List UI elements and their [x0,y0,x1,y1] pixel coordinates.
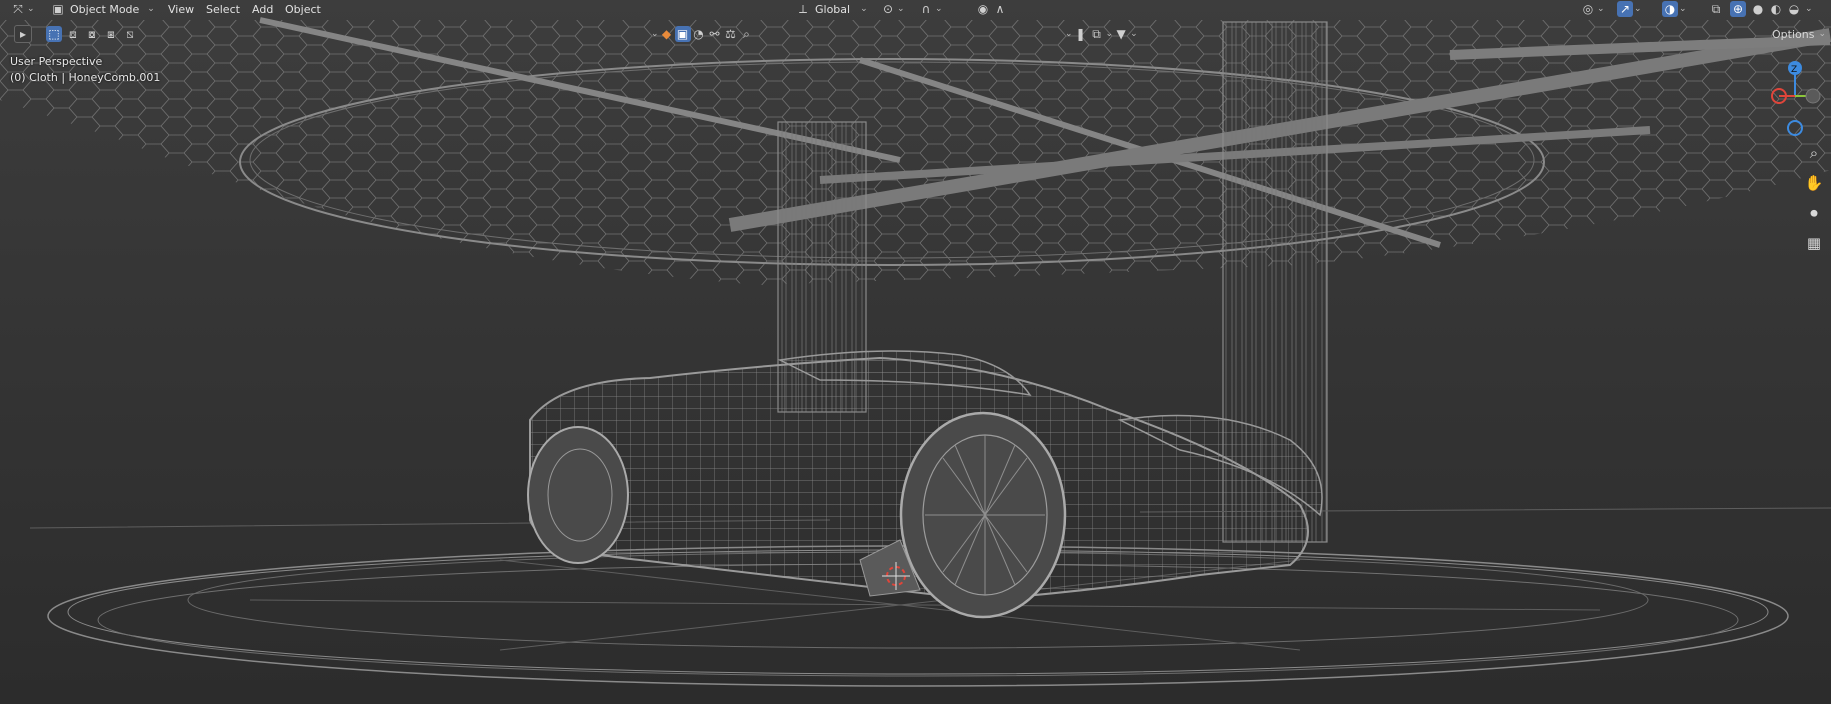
orientation-label: Global [815,2,851,16]
car-wireframe [527,350,1323,619]
select-subtract-icon[interactable]: ⧇ [84,26,100,42]
mode-dropdown[interactable]: ▣ Object Mode ⌄ [50,0,155,18]
3d-viewport[interactable]: ⤧ ⌄ ▣ Object Mode ⌄ View Select Add Objec… [0,0,1831,704]
chevron-down-icon: ⌄ [860,4,868,14]
transform-gizmo-icon: ⤧ [13,1,23,16]
options-dropdown[interactable]: Options ⌄ [1772,24,1826,44]
visibility-dropdown[interactable]: ◎ ⌄ [1580,0,1605,18]
weight-icon[interactable]: ⚖ [723,26,739,42]
y-axis-handle [1805,88,1821,104]
select-difference-icon[interactable]: ⧆ [103,26,119,42]
transform-orientation-dropdown[interactable]: ⟂ Global ⌄ [795,0,868,18]
proportional-edit-button[interactable]: ◉ [975,0,991,18]
collection-icon[interactable]: ⧉ [1089,26,1105,42]
grid-view-icon[interactable]: ▦ [1801,230,1827,256]
chevron-down-icon: ⌄ [27,4,35,14]
wireframe-shading-icon: ⊕ [1730,1,1746,17]
search-icon[interactable]: ⌕ [739,26,755,42]
chevron-down-icon[interactable]: ⌄ [651,29,659,39]
chevron-down-icon: ⌄ [1818,29,1826,39]
solid-shading-icon: ● [1752,2,1764,16]
select-intersect-icon[interactable]: ⧅ [122,26,138,42]
bookmark-icon[interactable]: ❚ [1073,26,1089,42]
chevron-down-icon[interactable]: ⌄ [1065,29,1073,39]
menu-add[interactable]: Add [252,0,273,18]
eye-icon: ◎ [1582,2,1594,16]
viewport-filters: ⌄ ◆ ▣ ◔ ⚯ ⚖ ⌕ [650,24,755,44]
chevron-down-icon[interactable]: ⌄ [1130,29,1138,39]
gizmo-icon: ↗ [1617,1,1633,17]
shading-options-button[interactable]: ⌄ [1804,0,1813,18]
shading-solid-button[interactable]: ● [1750,0,1766,18]
active-tool-button[interactable]: ▸ [14,24,32,44]
material-shading-icon: ◐ [1770,2,1782,16]
pivot-point-button[interactable]: ⊙ ⌄ [880,0,905,18]
xray-icon: ⧉ [1711,1,1721,16]
xray-toggle[interactable]: ⧉ [1708,0,1724,18]
shading-rendered-button[interactable]: ◒ [1786,0,1802,18]
chevron-down-icon: ⌄ [1634,4,1642,14]
bounding-box-icon[interactable]: ▣ [674,26,691,42]
options-label: Options [1772,27,1815,41]
navigation-gizmo[interactable]: Z [1751,50,1831,140]
falloff-button[interactable]: ∧ [992,0,1008,18]
object-mode-icon: ▣ [52,2,64,16]
collection-filters: ⌄ ❚ ⧉ ⌄ ▼ ⌄ [1064,24,1138,44]
overlays-icon: ◑ [1662,1,1678,17]
chevron-down-icon: ⌄ [1679,4,1687,14]
selection-modes: ⬚ ⧈ ⧇ ⧆ ⧅ [46,24,138,44]
filter-icon[interactable]: ▼ [1113,26,1129,42]
rendered-shading-icon: ◒ [1788,2,1800,16]
chevron-down-icon: ⌄ [1597,4,1605,14]
view-name: User Perspective [10,55,103,68]
gizmo-toggle[interactable]: ↗ ⌄ [1617,0,1642,18]
pivot-icon: ⊙ [882,2,894,16]
chevron-down-icon: ⌄ [1805,4,1813,14]
pan-hand-icon[interactable]: ✋ [1801,170,1827,196]
menu-view[interactable]: View [168,0,194,18]
orientation-icon: ⟂ [798,1,807,16]
shading-wireframe-button[interactable]: ⊕ [1730,0,1746,18]
shading-material-button[interactable]: ◐ [1768,0,1784,18]
chevron-down-icon: ⌄ [147,4,155,14]
menu-object[interactable]: Object [285,0,321,18]
camera-icon[interactable]: ⏺ [1801,200,1827,226]
overlays-toggle[interactable]: ◑ ⌄ [1662,0,1687,18]
neg-z-axis-handle [1787,120,1803,136]
snap-magnet-icon: ∩ [921,2,931,16]
rear-wheel [527,426,629,564]
falloff-icon: ∧ [995,2,1005,16]
select-new-icon[interactable]: ⬚ [46,26,62,42]
object-type-icon[interactable]: ◆ [659,26,675,42]
wireframe-scene [0,17,1831,687]
chevron-down-icon[interactable]: ⌄ [1106,29,1114,39]
chevron-down-icon: ⌄ [897,4,905,14]
editor-type-button[interactable]: ⤧ ⌄ [10,0,35,18]
zoom-icon[interactable]: ⌕ [1801,140,1827,166]
snap-button[interactable]: ∩ ⌄ [918,0,943,18]
chevron-down-icon: ⌄ [935,4,943,14]
select-cursor-icon: ▸ [14,25,32,43]
viewport-header: ⤧ ⌄ ▣ Object Mode ⌄ View Select Add Objec… [0,0,1831,18]
link-icon[interactable]: ⚯ [707,26,723,42]
z-axis-label: Z [1791,65,1797,75]
select-extend-icon[interactable]: ⧈ [65,26,81,42]
shading-icon[interactable]: ◔ [691,26,707,42]
object-info: (0) Cloth | HoneyComb.001 [10,71,161,84]
menu-select[interactable]: Select [206,0,240,18]
mode-label: Object Mode [70,2,140,16]
proportional-edit-icon: ◉ [977,2,989,16]
